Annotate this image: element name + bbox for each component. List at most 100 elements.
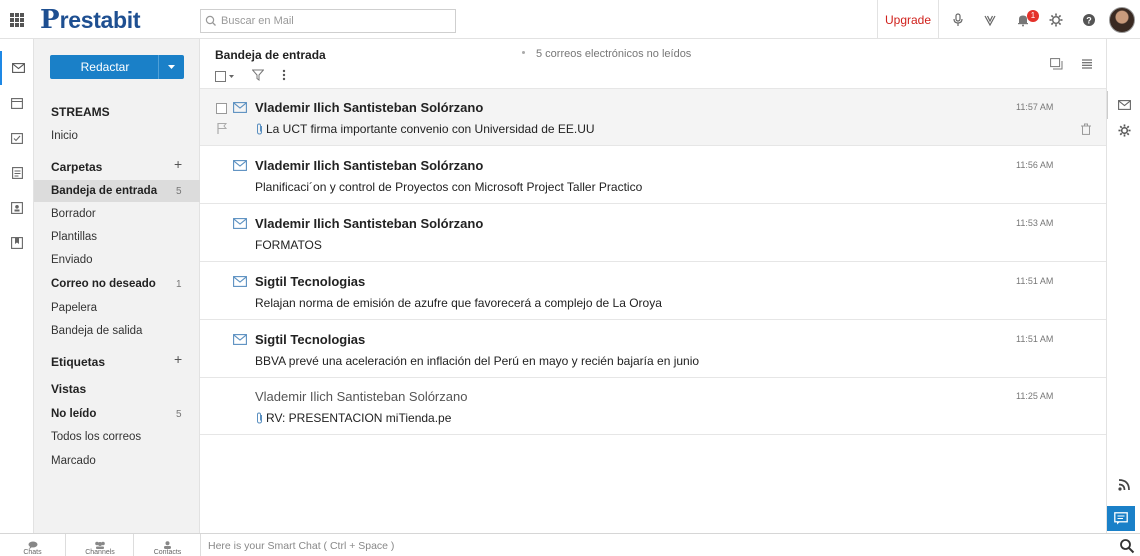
mail-icon[interactable] [0,51,34,85]
email-row[interactable]: Vlademir Ilich Santisteban Solórzano Pla… [200,147,1106,204]
separator-dot [522,51,525,54]
sidebar-item-label: Bandeja de salida [51,325,143,337]
app-rail [0,39,34,533]
tab-label: Channels [85,549,115,556]
search-input[interactable] [221,15,441,27]
email-subject-text: La UCT firma importante convenio con Uni… [266,122,595,136]
email-subject-text: RV: PRESENTACION miTienda.pe [266,411,452,425]
apps-grid-icon[interactable] [10,13,24,27]
sidebar-item-flagged[interactable]: Marcado [34,450,200,472]
envelope-icon [233,334,247,345]
bookmarks-icon[interactable] [0,226,34,260]
unread-summary: 5 correos electrónicos no leídos [536,48,692,60]
chevron-down-icon[interactable] [158,55,184,79]
smart-chat-input[interactable]: Here is your Smart Chat ( Ctrl + Space ) [208,540,394,552]
tasks-icon[interactable] [0,121,34,155]
sidebar-item-label: Plantillas [51,231,98,243]
channels-icon [95,541,105,549]
sidebar-item-outbox[interactable]: Bandeja de salida [34,320,200,342]
email-time: 11:51 AM [1016,276,1054,286]
email-subject-text: FORMATOS [255,238,322,252]
view-count: 5 [176,408,182,420]
chat-icon[interactable] [1107,506,1135,531]
tab-label: Chats [23,549,42,556]
sidebar-item-templates[interactable]: Plantillas [34,226,200,248]
sidebar-item-label: Bandeja de entrada [51,185,158,197]
sidebar-item-drafts[interactable]: Borrador [34,203,200,225]
app-logo[interactable]: P restabit [40,5,141,35]
help-icon[interactable]: ? [1081,12,1097,28]
microphone-icon[interactable] [950,12,966,28]
trash-icon[interactable] [1080,123,1092,135]
sidebar-item-label: Papelera [51,302,98,314]
sidebar-item-trash[interactable]: Papelera [34,297,200,319]
folder-count: 1 [176,278,182,290]
tab-chats[interactable]: Chats [0,534,66,556]
sidebar-item-label: Marcado [51,455,96,467]
email-sender: Vlademir Ilich Santisteban Solórzano [255,100,484,115]
sidebar-item-unread[interactable]: No leído 5 [34,403,200,425]
compose-button[interactable]: Redactar [50,55,184,79]
envelope-icon [233,218,247,229]
email-row[interactable]: Vlademir Ilich Santisteban Solórzano La … [200,89,1106,146]
email-sender: Sigtil Tecnologias [255,274,366,289]
tab-contacts[interactable]: Contacts [135,534,201,556]
more-options-icon[interactable] [282,69,286,84]
search-box[interactable] [200,9,456,33]
logo-initial: P [40,5,60,35]
notification-badge: 1 [1027,10,1039,22]
avatar[interactable] [1109,7,1135,33]
email-subject-text: BBVA prevé una aceleración en inflación … [255,354,700,368]
envelope-icon [233,102,247,113]
email-row[interactable]: Sigtil Tecnologias BBVA prevé una aceler… [200,321,1106,378]
page-title: Bandeja de entrada [215,48,326,62]
email-row[interactable]: Sigtil Tecnologias Relajan norma de emis… [200,263,1106,320]
attachment-icon [257,412,262,424]
email-sender: Vlademir Ilich Santisteban Solórzano [255,389,468,404]
sidebar-item-inicio[interactable]: Inicio [34,125,200,147]
flag-icon[interactable] [216,122,228,134]
add-tag-icon[interactable]: + [174,351,182,367]
row-checkbox[interactable] [216,103,227,114]
notes-icon[interactable] [0,156,34,190]
mail-settings-gear-icon[interactable] [1107,118,1140,142]
email-sender: Sigtil Tecnologias [255,332,366,347]
sidebar-item-spam[interactable]: Correo no deseado 1 [34,273,200,295]
attachment-icon [257,123,262,135]
calendar-icon[interactable] [0,86,34,120]
email-time: 11:25 AM [1016,391,1054,401]
sidebar-item-label: Enviado [51,254,93,266]
filter-icon[interactable] [251,69,265,84]
sidebar-item-all-mail[interactable]: Todos los correos [34,426,200,448]
upgrade-link[interactable]: Upgrade [885,13,931,27]
email-row[interactable]: Vlademir Ilich Santisteban Solórzano FOR… [200,205,1106,262]
contacts-icon[interactable] [0,191,34,225]
folder-count: 5 [176,185,182,197]
email-row[interactable]: Vlademir Ilich Santisteban Solórzano RV:… [200,378,1106,435]
select-all-checkbox[interactable] [215,70,234,82]
mail-preview-icon[interactable] [1107,91,1140,119]
window-icon[interactable] [1048,56,1064,72]
add-folder-icon[interactable]: + [174,156,182,172]
sidebar-item-sent[interactable]: Enviado [34,249,200,271]
gear-icon[interactable] [1048,12,1064,28]
tab-channels[interactable]: Channels [67,534,134,556]
sidebar-item-label: Todos los correos [51,431,142,443]
rss-icon[interactable] [1107,472,1140,496]
sidebar-item-inbox[interactable]: Bandeja de entrada 5 [34,180,200,202]
email-subject-text: Relajan norma de emisión de azufre que f… [255,296,662,310]
email-subject: RV: PRESENTACION miTienda.pe [255,411,451,425]
email-time: 11:53 AM [1016,218,1054,228]
mail-list-pane: Bandeja de entrada 5 correos electrónico… [200,39,1106,533]
upgrade-cell: Upgrade [877,0,939,39]
search-icon[interactable] [1119,538,1135,554]
logo-text: restabit [59,6,141,33]
heart-icon[interactable] [982,12,998,28]
email-subject: La UCT firma importante convenio con Uni… [255,122,595,136]
sidebar-item-label: Borrador [51,208,96,220]
right-rail [1106,39,1140,533]
email-subject: Planificaci´on y control de Proyectos co… [255,180,642,194]
chats-icon [28,541,37,549]
email-time: 11:51 AM [1016,334,1054,344]
list-view-icon[interactable] [1079,56,1095,72]
